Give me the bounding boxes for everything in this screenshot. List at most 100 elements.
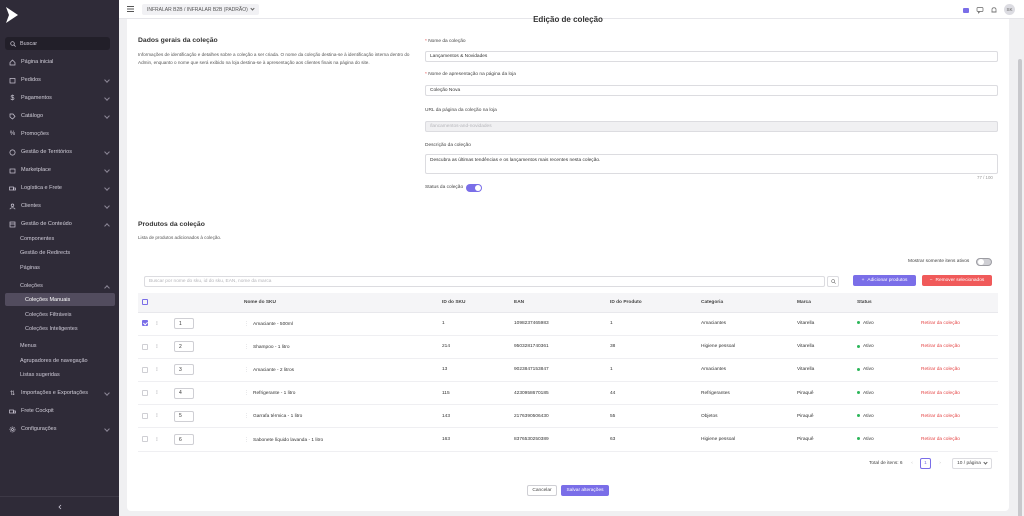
sidebar-subitem-menus[interactable]: Menus xyxy=(0,340,119,352)
chevron-down-icon xyxy=(104,95,110,101)
column-header[interactable]: ID do SKU xyxy=(442,293,514,313)
product-search-input[interactable]: Buscar por nome do sku, id do sku, EAN, … xyxy=(144,276,825,287)
actions-cell: Retirar da coleção xyxy=(921,404,998,429)
description-field[interactable]: Descubra as últimas tendências e os lanç… xyxy=(425,154,998,174)
sidebar-subitem-filterable-collections[interactable]: Coleções Filtráveis xyxy=(5,308,115,321)
row-checkbox[interactable] xyxy=(142,320,148,327)
sidebar-item-freight-cockpit[interactable]: Frete Cockpit xyxy=(0,405,119,417)
position-input[interactable]: 1 xyxy=(174,318,194,330)
sidebar-subitem-nav-groups[interactable]: Agrupadores de navegação xyxy=(0,355,119,367)
row-select-cell[interactable] xyxy=(138,335,156,359)
store-icon[interactable] xyxy=(962,6,970,14)
status-dot-icon xyxy=(857,321,860,325)
sidebar-item-orders[interactable]: Pedidos xyxy=(0,74,119,86)
remove-from-collection-link[interactable]: Retirar da coleção xyxy=(921,414,960,419)
store-selector[interactable]: INFRALAR B2B / INFRALAR B2B (PADRÃO) xyxy=(142,4,259,15)
drag-handle[interactable]: ⁞⁞ xyxy=(156,335,174,359)
sidebar-item-label: Gestão de Territórios xyxy=(21,149,72,155)
collection-name-field[interactable]: Lançamentos & Novidades xyxy=(425,51,998,62)
sidebar-item-customers[interactable]: Clientes xyxy=(0,200,119,212)
sidebar-subitem-pages[interactable]: Páginas xyxy=(0,262,119,274)
column-header[interactable]: EAN xyxy=(514,293,610,313)
avatar[interactable]: SK xyxy=(1004,4,1015,15)
column-header[interactable]: Marca xyxy=(797,293,857,313)
select-all-cell[interactable] xyxy=(138,293,156,313)
sidebar-subitem-suggested-lists[interactable]: Listas sugeridas xyxy=(0,369,119,381)
sidebar-subitem-manual-collections[interactable]: Coleções Manuais xyxy=(5,293,115,306)
position-input[interactable]: 5 xyxy=(174,410,194,422)
status-badge: Ativo xyxy=(863,437,874,443)
brand-cell: Piraquê xyxy=(797,381,857,406)
brand-cell: Vitarella xyxy=(797,335,857,359)
product-search-button[interactable] xyxy=(827,276,839,287)
sidebar-item-label: Marketplace xyxy=(21,167,51,173)
page-button[interactable]: 1 xyxy=(920,458,931,469)
remove-from-collection-link[interactable]: Retirar da coleção xyxy=(921,321,960,326)
column-header[interactable]: Status xyxy=(857,293,921,313)
column-header[interactable]: Categoria xyxy=(701,293,797,313)
position-input[interactable]: 4 xyxy=(174,387,194,399)
drag-handle[interactable]: ⁞⁞ xyxy=(156,312,174,336)
remove-from-collection-link[interactable]: Retirar da coleção xyxy=(921,367,960,372)
scrollbar-thumb[interactable] xyxy=(1018,59,1022,516)
drag-handle[interactable]: ⁞⁞ xyxy=(156,381,174,406)
sidebar-item-settings[interactable]: Configurações xyxy=(0,423,119,435)
select-all-checkbox[interactable] xyxy=(142,299,148,306)
sidebar-subitem-components[interactable]: Componentes xyxy=(0,233,119,245)
sidebar-item-logistics[interactable]: Logística e Frete xyxy=(0,182,119,194)
add-products-button[interactable]: + Adicionar produtos xyxy=(853,275,916,286)
sidebar-item-territories[interactable]: Gestão de Territórios xyxy=(0,146,119,158)
bell-icon[interactable] xyxy=(990,6,998,14)
row-checkbox[interactable] xyxy=(142,436,148,443)
row-checkbox[interactable] xyxy=(142,366,148,373)
remove-selected-button[interactable]: − Remover selecionados xyxy=(922,275,992,286)
position-input[interactable]: 6 xyxy=(174,434,194,446)
logo-icon[interactable] xyxy=(5,7,19,23)
remove-from-collection-link[interactable]: Retirar da coleção xyxy=(921,344,960,349)
sidebar-item-marketplace[interactable]: Marketplace xyxy=(0,164,119,176)
hamburger-icon[interactable] xyxy=(127,6,134,12)
sidebar-item-content[interactable]: Gestão de Conteúdo xyxy=(0,218,119,230)
sidebar-item-catalog[interactable]: Catálogo xyxy=(0,110,119,122)
search-icon xyxy=(830,279,836,284)
sidebar-item-payments[interactable]: $ Pagamentos xyxy=(0,92,119,104)
row-checkbox[interactable] xyxy=(142,343,148,350)
sidebar-subitem-redirects[interactable]: Gestão de Redirects xyxy=(0,247,119,259)
row-select-cell[interactable] xyxy=(138,312,156,336)
chat-icon[interactable] xyxy=(976,6,984,14)
status-badge: Ativo xyxy=(863,367,874,373)
chevron-down-icon xyxy=(104,167,110,173)
row-select-cell[interactable] xyxy=(138,358,156,383)
drag-handle[interactable]: ⁞⁞ xyxy=(156,404,174,429)
column-header[interactable]: Nome do SKU xyxy=(244,293,442,313)
save-button[interactable]: Salvar alterações xyxy=(561,485,609,496)
column-header[interactable]: ID do Produto xyxy=(610,293,701,313)
row-checkbox[interactable] xyxy=(142,390,148,397)
sidebar-search[interactable]: Buscar xyxy=(5,37,110,50)
row-select-cell[interactable] xyxy=(138,427,156,452)
sidebar-item-home[interactable]: Página inicial xyxy=(0,56,119,68)
sidebar-subitem-smart-collections[interactable]: Coleções Inteligentes xyxy=(5,322,115,335)
sidebar-item-import-export[interactable]: ⇅ Importações e Exportações xyxy=(0,387,119,399)
page-scrollbar[interactable] xyxy=(1016,19,1024,516)
row-select-cell[interactable] xyxy=(138,404,156,429)
prev-page-button[interactable]: ‹ xyxy=(907,458,917,469)
sidebar-subitem-collections[interactable]: Coleções xyxy=(0,280,119,292)
position-input[interactable]: 2 xyxy=(174,341,194,353)
display-name-field[interactable]: Coleção Nova xyxy=(425,85,998,96)
remove-from-collection-link[interactable]: Retirar da coleção xyxy=(921,391,960,396)
row-select-cell[interactable] xyxy=(138,381,156,406)
status-toggle[interactable] xyxy=(466,184,482,192)
drag-handle[interactable]: ⁞⁞ xyxy=(156,358,174,383)
next-page-button[interactable]: › xyxy=(935,458,945,469)
cancel-button[interactable]: Cancelar xyxy=(527,485,557,496)
remove-from-collection-link[interactable]: Retirar da coleção xyxy=(921,437,960,442)
drag-handle[interactable]: ⁞⁞ xyxy=(156,427,174,452)
position-input[interactable]: 3 xyxy=(174,364,194,376)
sidebar-item-label: Pagamentos xyxy=(21,95,52,101)
sidebar-item-promotions[interactable]: % Promoções xyxy=(0,128,119,140)
row-checkbox[interactable] xyxy=(142,413,148,420)
active-only-toggle[interactable] xyxy=(976,258,992,266)
page-size-select[interactable]: 10 / página xyxy=(952,458,992,469)
collapse-sidebar-button[interactable] xyxy=(0,496,119,516)
